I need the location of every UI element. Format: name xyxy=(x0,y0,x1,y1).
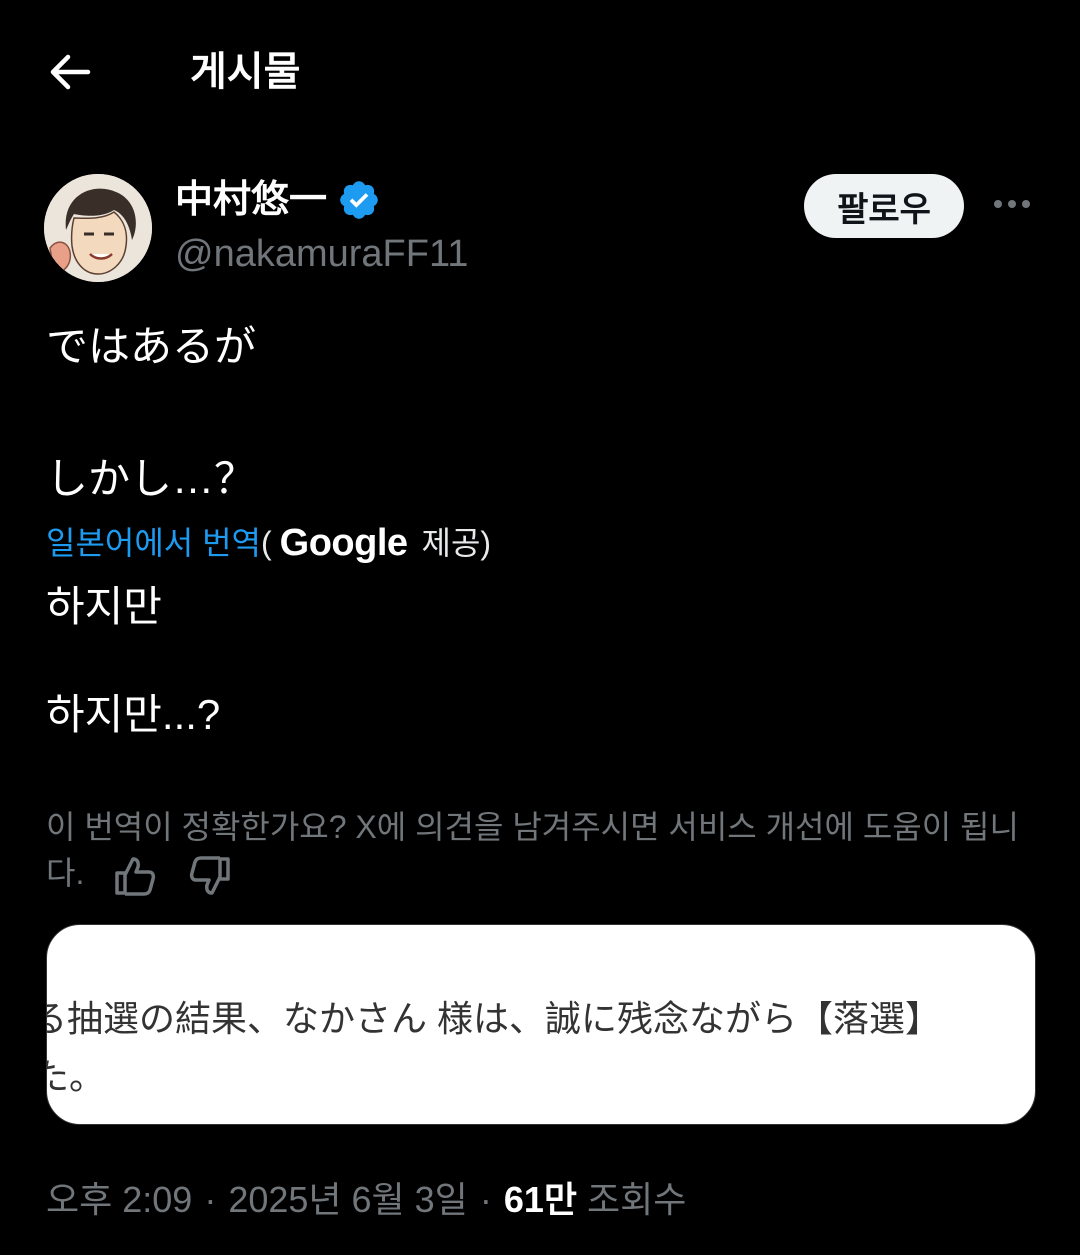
post-metadata: 오후 2:09 · 2025년 6월 3일 · 61만 조회수 xyxy=(46,1174,686,1226)
image-cropped-top-text xyxy=(47,925,557,945)
open-paren: ( xyxy=(260,525,272,561)
provided-label: 제공) xyxy=(421,525,492,561)
author-handle[interactable]: @nakamuraFF11 xyxy=(175,230,468,278)
views-count[interactable]: 61만 xyxy=(504,1174,577,1226)
follow-button[interactable]: 팔로우 xyxy=(804,174,964,238)
post-time[interactable]: 오후 2:09 xyxy=(46,1174,192,1226)
page-title: 게시물 xyxy=(190,50,301,94)
separator: · xyxy=(204,1179,217,1220)
translated-text-line-2: 하지만...? xyxy=(46,691,221,738)
post-date[interactable]: 2025년 6월 3일 xyxy=(228,1174,468,1226)
thumbs-down-icon[interactable] xyxy=(186,855,234,897)
attached-image[interactable]: る抽選の結果、なかさん 様は、誠に残念ながら【落選】 た。 xyxy=(46,924,1036,1125)
translation-attribution: 일본어에서 번역 ( Google 제공) xyxy=(46,520,491,566)
translated-from-link[interactable]: 일본어에서 번역 xyxy=(46,520,261,566)
arrow-left-icon xyxy=(50,54,91,90)
more-options-icon[interactable] xyxy=(986,186,1038,222)
image-text-line-2: た。 xyxy=(47,1056,106,1097)
google-logo: Google xyxy=(279,522,408,564)
image-text-line-1: る抽選の結果、なかさん 様は、誠に残念ながら【落選】 xyxy=(46,998,942,1039)
translation-feedback: 이 번역이 정확한가요? X에 의견을 남겨주시면 서비스 개선에 도움이 됩니… xyxy=(46,804,1036,897)
tweet-text-line-1: ではあるが xyxy=(46,323,257,370)
tweet-text-line-2: しかし…？ xyxy=(46,455,257,502)
separator: · xyxy=(479,1179,492,1220)
avatar-illustration xyxy=(44,174,152,282)
top-bar: 게시물 xyxy=(0,0,1080,140)
avatar[interactable] xyxy=(44,174,152,282)
display-name-text: 中村悠一 xyxy=(175,179,328,221)
thumbs-up-icon[interactable] xyxy=(111,855,159,897)
translated-text-line-1: 하지만 xyxy=(46,583,162,630)
verified-badge-icon xyxy=(340,181,378,219)
back-button[interactable] xyxy=(44,50,96,94)
display-name[interactable]: 中村悠一 xyxy=(175,176,381,224)
author-row: 中村悠一 @nakamuraFF11 팔로우 xyxy=(0,168,1080,288)
views-label: 조회수 xyxy=(586,1179,687,1220)
